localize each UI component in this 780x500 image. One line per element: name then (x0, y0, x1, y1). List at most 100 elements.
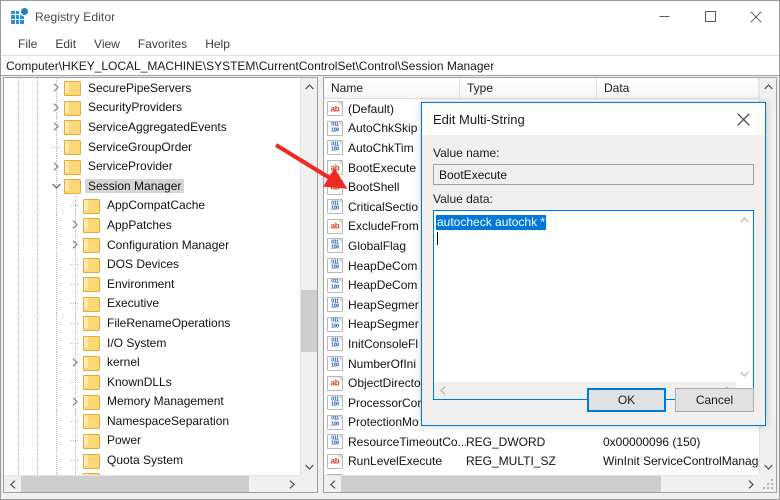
value-name-input[interactable]: BootExecute (433, 164, 754, 185)
address-bar[interactable]: Computer\HKEY_LOCAL_MACHINE\SYSTEM\Curre… (1, 55, 779, 76)
tree-item-label: ServiceProvider (85, 159, 176, 173)
minimize-icon[interactable] (641, 1, 687, 32)
chevron-right-icon[interactable] (67, 220, 83, 229)
folder-icon (83, 473, 98, 475)
tree-item[interactable]: Quota System (4, 450, 300, 470)
folder-icon (83, 434, 98, 447)
tree-item[interactable]: AppCompatCache (4, 196, 300, 216)
close-icon[interactable] (733, 1, 779, 32)
tree-item[interactable]: Power (4, 431, 300, 451)
cancel-button[interactable]: Cancel (675, 388, 754, 412)
dword-value-icon: 011100 (327, 121, 343, 136)
tree-item[interactable]: SecurePipeServers (4, 78, 300, 98)
scrollbar-corner (759, 475, 776, 492)
value-name-text: BootExecute (439, 168, 507, 182)
tree-item[interactable]: DOS Devices (4, 254, 300, 274)
tree-item[interactable]: KnownDLLs (4, 372, 300, 392)
column-header-name[interactable]: Name (324, 78, 460, 99)
tree-item-label: KnownDLLs (104, 375, 175, 389)
menu-item-file[interactable]: File (9, 35, 46, 53)
tree-item[interactable]: Executive (4, 294, 300, 314)
folder-icon (83, 414, 98, 427)
close-icon[interactable] (721, 103, 765, 135)
value-type-cell: REG_DWORD (466, 435, 603, 449)
scroll-up-button[interactable] (760, 78, 777, 95)
scroll-left-button[interactable] (324, 476, 341, 493)
value-name-cell: RunLevelExecute (348, 454, 466, 468)
scroll-thumb-horizontal[interactable] (21, 476, 249, 493)
folder-icon (83, 199, 98, 212)
chevron-right-icon[interactable] (67, 397, 83, 406)
chevron-right-icon[interactable] (48, 162, 64, 171)
tree-item[interactable]: ServiceAggregatedEvents (4, 117, 300, 137)
scroll-thumb-horizontal[interactable] (341, 476, 661, 493)
chevron-down-icon[interactable] (48, 183, 64, 189)
tree-item[interactable]: Memory Management (4, 392, 300, 412)
list-header: Name Type Data (324, 78, 759, 99)
scroll-down-button[interactable] (760, 458, 777, 475)
menu-item-help[interactable]: Help (196, 35, 239, 53)
tree-item[interactable]: NamespaceSeparation (4, 411, 300, 431)
registry-tree[interactable]: SecurePipeServersSecurityProvidersServic… (4, 78, 300, 475)
dword-value-icon: 011100 (327, 238, 343, 253)
scroll-up-button[interactable] (736, 211, 753, 228)
chevron-right-icon[interactable] (67, 358, 83, 367)
scroll-up-button[interactable] (301, 78, 318, 95)
title-bar: Registry Editor (1, 1, 779, 32)
tree-item-label: SubSystems (104, 473, 177, 475)
tree-item[interactable]: Configuration Manager (4, 235, 300, 255)
chevron-right-icon[interactable] (48, 122, 64, 131)
tree-item-label: Configuration Manager (104, 238, 232, 252)
scroll-left-button[interactable] (4, 476, 21, 493)
registry-path: Computer\HKEY_LOCAL_MACHINE\SYSTEM\Curre… (6, 59, 494, 73)
menu-bar: File Edit View Favorites Help (1, 32, 779, 55)
edit-multi-string-dialog: Edit Multi-String Value name: BootExecut… (421, 102, 766, 426)
tree-item[interactable]: AppPatches (4, 215, 300, 235)
list-horizontal-scrollbar[interactable] (324, 475, 759, 492)
tree-item[interactable]: I/O System (4, 333, 300, 353)
tree-item-label: Quota System (104, 453, 186, 467)
chevron-right-icon[interactable] (48, 103, 64, 112)
scroll-right-button[interactable] (742, 476, 759, 493)
column-header-type[interactable]: Type (460, 78, 597, 99)
dword-value-icon: 011100 (327, 258, 343, 273)
menu-item-edit[interactable]: Edit (46, 35, 85, 53)
table-row[interactable]: abRunLevelExecuteREG_MULTI_SZWinInit Ser… (324, 452, 759, 472)
folder-icon (83, 297, 98, 310)
scroll-right-button[interactable] (283, 476, 300, 493)
tree-item[interactable]: FileRenameOperations (4, 313, 300, 333)
folder-icon (83, 258, 98, 271)
textarea-vertical-scrollbar[interactable] (736, 211, 753, 382)
tree-item[interactable]: ServiceProvider (4, 156, 300, 176)
chevron-right-icon[interactable] (67, 240, 83, 249)
column-header-data[interactable]: Data (597, 78, 759, 99)
window-controls (641, 1, 779, 32)
dword-value-icon: 011100 (327, 140, 343, 155)
tree-item[interactable]: SecurityProviders (4, 98, 300, 118)
tree-item-label: I/O System (104, 336, 169, 350)
menu-item-favorites[interactable]: Favorites (129, 35, 196, 53)
scroll-down-button[interactable] (301, 458, 318, 475)
scrollbar-corner (300, 475, 317, 492)
ok-button[interactable]: OK (587, 388, 666, 412)
tree-horizontal-scrollbar[interactable] (4, 475, 300, 492)
dword-value-icon: 011100 (327, 278, 343, 293)
tree-item-label: AppPatches (104, 218, 175, 232)
scroll-down-button[interactable] (736, 365, 753, 382)
menu-item-view[interactable]: View (85, 35, 129, 53)
tree-item[interactable]: Environment (4, 274, 300, 294)
value-data-textarea[interactable]: autocheck autochk * (433, 210, 754, 400)
folder-icon (64, 160, 79, 173)
chevron-right-icon[interactable] (48, 83, 64, 92)
scroll-left-button[interactable] (434, 382, 451, 399)
tree-item-label: Session Manager (85, 179, 184, 193)
maximize-icon[interactable] (687, 1, 733, 32)
tree-item[interactable]: ServiceGroupOrder (4, 137, 300, 157)
table-row[interactable]: 011100ResourceTimeoutCo...REG_DWORD0x000… (324, 432, 759, 452)
registry-icon (11, 9, 27, 25)
folder-icon (83, 218, 98, 231)
scroll-thumb-vertical[interactable] (301, 290, 318, 352)
tree-item[interactable]: Session Manager (4, 176, 300, 196)
tree-vertical-scrollbar[interactable] (300, 78, 317, 475)
tree-item[interactable]: kernel (4, 352, 300, 372)
